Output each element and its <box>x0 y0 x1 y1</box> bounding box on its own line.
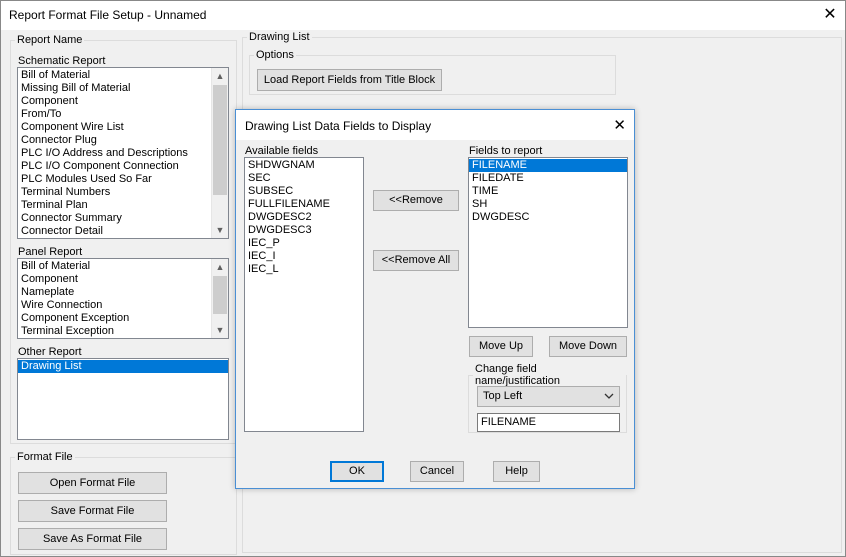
list-item[interactable]: Connector Plug <box>18 134 228 147</box>
list-item[interactable]: SH <box>469 198 627 211</box>
dialog-title: Drawing List Data Fields to Display <box>245 119 432 133</box>
list-item[interactable]: PLC Modules Used So Far <box>18 173 228 186</box>
open-format-file-button[interactable]: Open Format File <box>18 472 167 494</box>
field-name-input[interactable]: FILENAME <box>477 413 620 432</box>
report-name-label: Report Name <box>17 34 83 46</box>
schematic-report-label: Schematic Report <box>18 55 106 67</box>
panel-report-list[interactable]: Bill of Material Component Nameplate Wire C… <box>17 258 229 339</box>
list-item[interactable]: SUBSEC <box>245 185 363 198</box>
cancel-button[interactable]: Cancel <box>410 461 464 482</box>
list-item[interactable]: PLC I/O Component Connection <box>18 160 228 173</box>
drawing-list-label: Drawing List <box>249 31 310 43</box>
list-item[interactable]: Terminal Exception <box>18 325 228 338</box>
available-fields-list[interactable]: SHDWGNAM SEC SUBSEC FULLFILENAME DWGDESC2 DWG… <box>244 157 364 432</box>
list-item[interactable]: FILENAME <box>469 159 627 172</box>
other-report-label: Other Report <box>18 346 82 358</box>
list-item[interactable]: FULLFILENAME <box>245 198 363 211</box>
close-icon[interactable]: ✕ <box>613 116 626 134</box>
save-as-format-file-button[interactable]: Save As Format File <box>18 528 167 550</box>
scroll-thumb[interactable] <box>213 276 227 314</box>
other-report-list[interactable]: Drawing List <box>17 358 229 440</box>
list-item[interactable]: Missing Bill of Material <box>18 82 228 95</box>
list-item[interactable]: Nameplate <box>18 286 228 299</box>
list-item[interactable]: Wire Connection <box>18 299 228 312</box>
change-field-label: Change field name/justification <box>475 363 560 387</box>
remove-all-button[interactable]: <<Remove All <box>373 250 459 271</box>
list-item[interactable]: IEC_L <box>245 263 363 276</box>
list-item[interactable]: Terminal Plan <box>18 199 228 212</box>
list-item[interactable]: Component <box>18 273 228 286</box>
fields-to-report-list[interactable]: FILENAME FILEDATE TIME SH DWGDESC <box>468 157 628 328</box>
list-item[interactable]: Connector Detail <box>18 225 228 238</box>
load-report-fields-button[interactable]: Load Report Fields from Title Block <box>257 69 442 91</box>
list-item[interactable]: TIME <box>469 185 627 198</box>
format-file-label: Format File <box>17 451 73 463</box>
panel-scrollbar[interactable]: ▲ ▼ <box>211 259 228 338</box>
justification-value: Top Left <box>483 390 523 402</box>
list-item[interactable]: SHDWGNAM <box>245 159 363 172</box>
available-fields-label: Available fields <box>245 145 319 157</box>
fields-to-report-label: Fields to report <box>469 145 543 157</box>
scroll-up-arrow-icon[interactable]: ▲ <box>212 259 228 275</box>
window-title: Report Format File Setup - Unnamed <box>9 8 207 22</box>
list-item[interactable]: Component <box>18 95 228 108</box>
options-label: Options <box>256 49 294 61</box>
title-bar: Report Format File Setup - Unnamed ✕ <box>1 1 845 30</box>
scroll-down-arrow-icon[interactable]: ▼ <box>212 222 228 238</box>
list-item[interactable]: DWGDESC3 <box>245 224 363 237</box>
list-item[interactable]: Terminal Numbers <box>18 186 228 199</box>
scroll-up-arrow-icon[interactable]: ▲ <box>212 68 228 84</box>
list-item[interactable]: Component Wire List <box>18 121 228 134</box>
list-item[interactable]: IEC_I <box>245 250 363 263</box>
list-item[interactable]: Drawing List <box>18 360 228 373</box>
help-button[interactable]: Help <box>493 461 540 482</box>
list-item[interactable]: Bill of Material <box>18 69 228 82</box>
chevron-down-icon <box>603 389 615 406</box>
list-item[interactable]: Connector Summary <box>18 212 228 225</box>
list-item[interactable]: FILEDATE <box>469 172 627 185</box>
move-up-button[interactable]: Move Up <box>469 336 533 357</box>
schematic-report-list[interactable]: Bill of Material Missing Bill of Material… <box>17 67 229 239</box>
list-item[interactable]: Bill of Material <box>18 260 228 273</box>
panel-report-label: Panel Report <box>18 246 83 258</box>
remove-button[interactable]: <<Remove <box>373 190 459 211</box>
data-fields-dialog: Drawing List Data Fields to Display ✕ Av… <box>235 109 635 489</box>
dialog-title-bar: Drawing List Data Fields to Display ✕ <box>236 110 634 140</box>
save-format-file-button[interactable]: Save Format File <box>18 500 167 522</box>
ok-button[interactable]: OK <box>330 461 384 482</box>
justification-select[interactable]: Top Left <box>477 386 620 407</box>
move-down-button[interactable]: Move Down <box>549 336 627 357</box>
close-icon[interactable]: ✕ <box>815 1 845 30</box>
list-item[interactable]: IEC_P <box>245 237 363 250</box>
schematic-scrollbar[interactable]: ▲ ▼ <box>211 68 228 238</box>
list-item[interactable]: Component Exception <box>18 312 228 325</box>
list-item[interactable]: DWGDESC <box>469 211 627 224</box>
list-item[interactable]: PLC I/O Address and Descriptions <box>18 147 228 160</box>
scroll-thumb[interactable] <box>213 85 227 195</box>
list-item[interactable]: From/To <box>18 108 228 121</box>
list-item[interactable]: SEC <box>245 172 363 185</box>
list-item[interactable]: DWGDESC2 <box>245 211 363 224</box>
scroll-down-arrow-icon[interactable]: ▼ <box>212 322 228 338</box>
